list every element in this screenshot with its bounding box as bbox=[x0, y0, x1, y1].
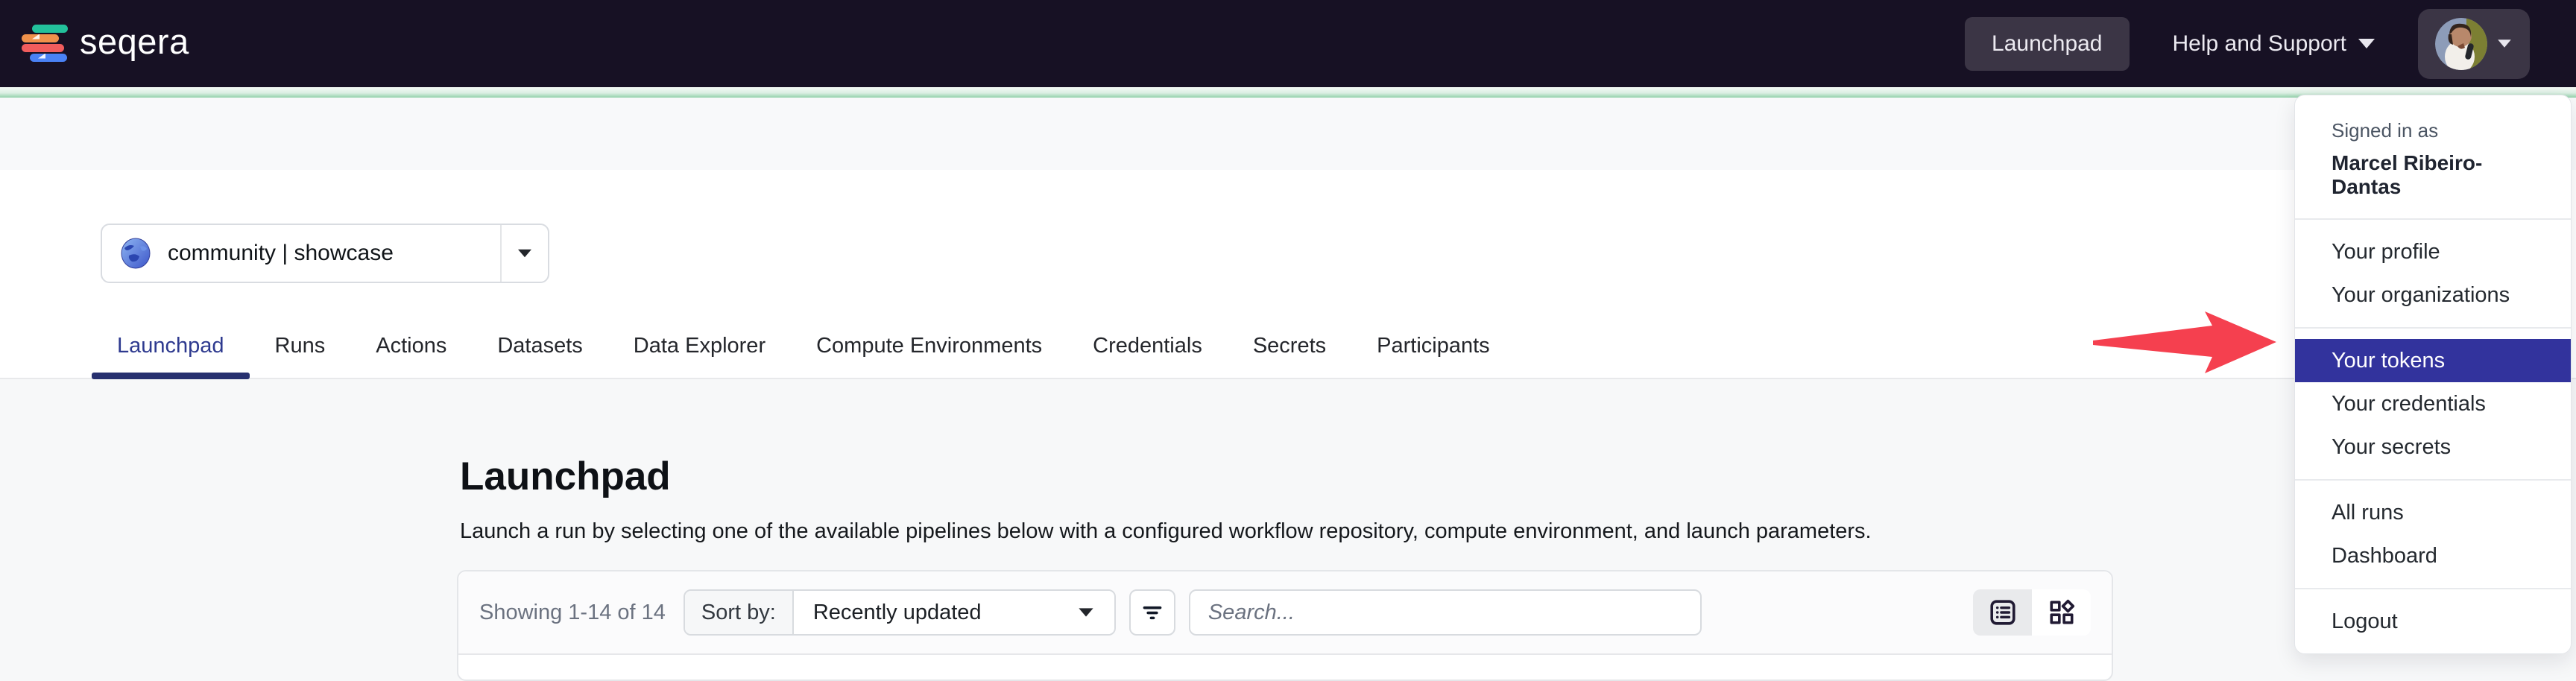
filter-lines-icon bbox=[1138, 598, 1167, 627]
pipelines-card: Showing 1-14 of 14 Sort by: Recently upd… bbox=[457, 570, 2113, 681]
navbar-right: Launchpad Help and Support bbox=[1965, 9, 2530, 79]
user-menu-section: Logout bbox=[2295, 589, 2571, 653]
tab-launchpad[interactable]: Launchpad bbox=[92, 334, 250, 378]
search-input[interactable] bbox=[1189, 589, 1702, 636]
navbar-launchpad-button[interactable]: Launchpad bbox=[1965, 17, 2129, 71]
chevron-down-icon bbox=[518, 250, 531, 258]
globe-icon bbox=[120, 238, 151, 269]
logo-bar-orange bbox=[22, 34, 59, 42]
tab-compute-environments[interactable]: Compute Environments bbox=[791, 334, 1067, 378]
header-band bbox=[0, 98, 2576, 170]
chevron-down-icon bbox=[2358, 39, 2375, 48]
menu-item-your-credentials[interactable]: Your credentials bbox=[2295, 382, 2571, 425]
tab-datasets[interactable]: Datasets bbox=[472, 334, 607, 378]
grid-view-icon bbox=[2048, 598, 2076, 627]
user-menu-header: Signed in as Marcel Ribeiro-Dantas bbox=[2295, 95, 2571, 218]
tab-data-explorer[interactable]: Data Explorer bbox=[608, 334, 791, 378]
menu-item-logout[interactable]: Logout bbox=[2295, 600, 2571, 643]
menu-item-your-organizations[interactable]: Your organizations bbox=[2295, 273, 2571, 317]
logo-bar-blue bbox=[30, 54, 67, 62]
view-toggle bbox=[1973, 589, 2091, 636]
sort-select[interactable]: Recently updated bbox=[794, 591, 1114, 634]
tab-runs[interactable]: Runs bbox=[250, 334, 351, 378]
workspace-dropdown-toggle[interactable] bbox=[500, 225, 548, 282]
main-content: Launchpad Launch a run by selecting one … bbox=[0, 379, 2576, 672]
help-and-support-menu[interactable]: Help and Support bbox=[2173, 31, 2375, 57]
sort-by-label: Sort by: bbox=[685, 591, 794, 634]
user-avatar-button[interactable] bbox=[2418, 9, 2530, 79]
menu-item-your-tokens[interactable]: Your tokens bbox=[2295, 339, 2571, 382]
signed-in-user-name: Marcel Ribeiro-Dantas bbox=[2332, 151, 2548, 199]
tab-participants[interactable]: Participants bbox=[1351, 334, 1515, 378]
sort-control: Sort by: Recently updated bbox=[684, 589, 1116, 636]
filter-button[interactable] bbox=[1129, 589, 1175, 636]
logo-bar-red bbox=[22, 44, 64, 52]
avatar bbox=[2435, 18, 2487, 70]
workspace-tabs: Launchpad Runs Actions Datasets Data Exp… bbox=[92, 334, 1515, 378]
sort-select-value: Recently updated bbox=[813, 601, 982, 625]
page-title: Launchpad bbox=[460, 454, 671, 499]
chevron-down-icon bbox=[1079, 608, 1093, 616]
page-description: Launch a run by selecting one of the ava… bbox=[460, 519, 1872, 544]
help-and-support-label: Help and Support bbox=[2173, 31, 2347, 57]
results-count: Showing 1-14 of 14 bbox=[479, 601, 666, 625]
user-menu-section: Your tokens Your credentials Your secret… bbox=[2295, 329, 2571, 479]
user-dropdown-menu: Signed in as Marcel Ribeiro-Dantas Your … bbox=[2294, 95, 2572, 654]
menu-item-your-profile[interactable]: Your profile bbox=[2295, 230, 2571, 273]
workspace-selector-main[interactable]: community | showcase bbox=[102, 238, 500, 269]
menu-item-all-runs[interactable]: All runs bbox=[2295, 491, 2571, 534]
chevron-down-icon bbox=[2498, 39, 2511, 47]
seqera-logo-icon bbox=[22, 24, 69, 64]
brand-name: seqera bbox=[80, 24, 189, 63]
logo-bar-teal bbox=[32, 25, 68, 33]
grid-view-button[interactable] bbox=[2032, 589, 2091, 636]
workspace-band: community | showcase Launchpad Runs Acti… bbox=[0, 170, 2576, 379]
menu-item-dashboard[interactable]: Dashboard bbox=[2295, 534, 2571, 577]
list-view-icon bbox=[1989, 598, 2017, 627]
tab-actions[interactable]: Actions bbox=[350, 334, 472, 378]
user-menu-section: All runs Dashboard bbox=[2295, 481, 2571, 588]
menu-item-your-secrets[interactable]: Your secrets bbox=[2295, 425, 2571, 469]
pipelines-toolbar: Showing 1-14 of 14 Sort by: Recently upd… bbox=[458, 571, 2112, 655]
seqera-logo[interactable]: seqera bbox=[22, 24, 189, 64]
top-navbar: seqera Launchpad Help and Support bbox=[0, 0, 2576, 87]
tab-secrets[interactable]: Secrets bbox=[1228, 334, 1351, 378]
user-menu-section: Your profile Your organizations bbox=[2295, 220, 2571, 327]
tab-credentials[interactable]: Credentials bbox=[1067, 334, 1228, 378]
workspace-selector[interactable]: community | showcase bbox=[101, 224, 549, 283]
list-view-button[interactable] bbox=[1973, 589, 2032, 636]
workspace-name: community | showcase bbox=[168, 241, 394, 266]
accent-divider bbox=[0, 87, 2576, 98]
signed-in-as-label: Signed in as bbox=[2332, 119, 2548, 142]
